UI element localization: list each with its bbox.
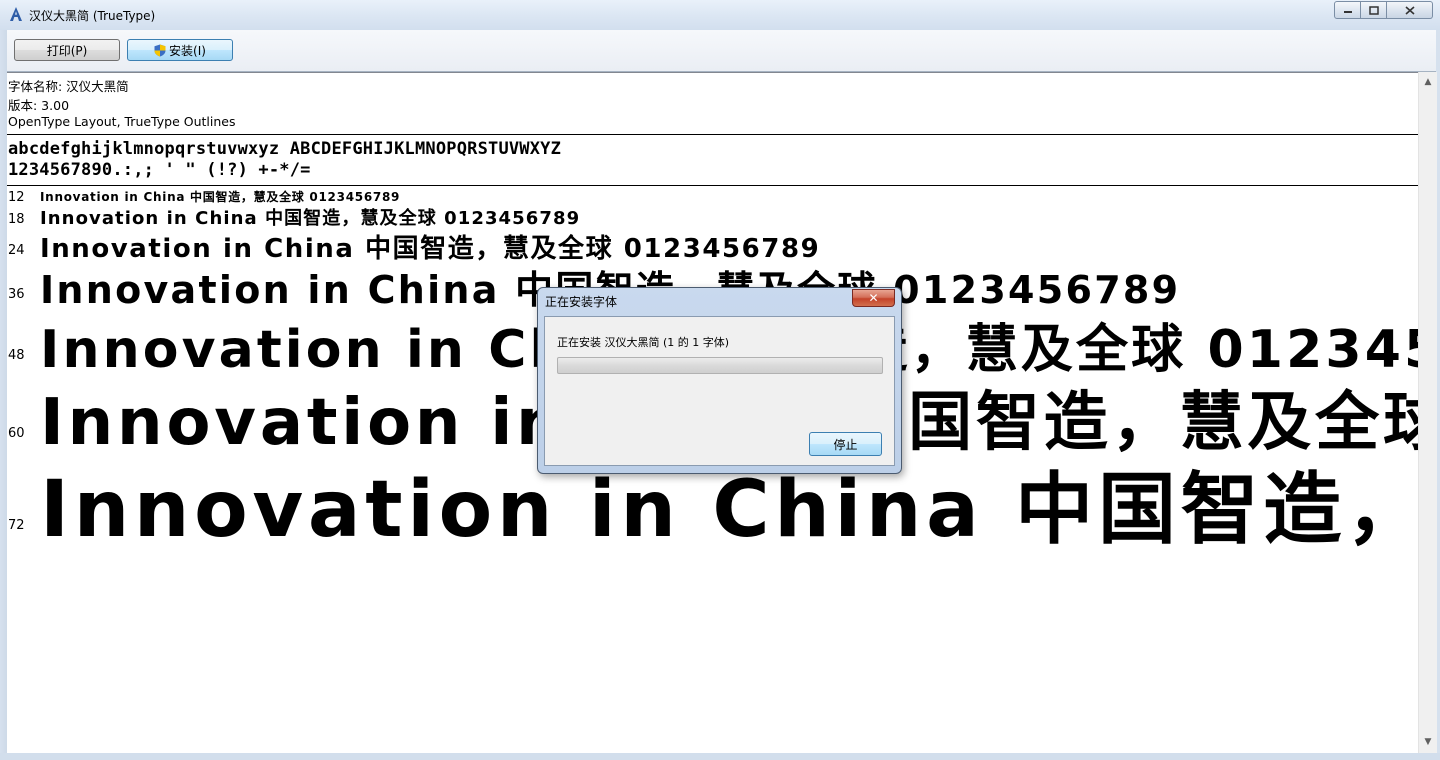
install-button[interactable]: 安装(I) xyxy=(127,39,233,61)
uac-shield-icon xyxy=(154,44,166,56)
scroll-down-arrow-icon[interactable]: ▼ xyxy=(1419,734,1437,751)
font-version-line: 版本: 3.00 xyxy=(8,98,70,113)
maximize-icon xyxy=(1368,5,1379,15)
install-button-label: 安装(I) xyxy=(169,43,206,58)
stop-button-label: 停止 xyxy=(833,437,858,452)
window-title: 汉仪大黑简 (TrueType) xyxy=(29,9,156,23)
install-progress-bar xyxy=(557,357,883,374)
charset-letters: abcdefghijklmnopqrstuvwxyz ABCDEFGHIJKLM… xyxy=(8,139,562,159)
minimize-button[interactable] xyxy=(1334,1,1361,19)
size-label: 60 xyxy=(8,426,25,441)
vertical-scrollbar[interactable]: ▲ ▼ xyxy=(1418,72,1437,753)
size-label: 12 xyxy=(8,190,25,205)
install-status-message: 正在安装 汉仪大黑简 (1 的 1 字体) xyxy=(557,336,730,349)
sample-text: Innovation in China 中国智造，慧及全球 0123456789 xyxy=(40,208,581,229)
maximize-button[interactable] xyxy=(1361,1,1387,19)
size-label: 48 xyxy=(8,348,25,363)
font-app-icon xyxy=(10,7,22,21)
window-frame-bottom xyxy=(0,753,1440,760)
scroll-up-arrow-icon[interactable]: ▲ xyxy=(1419,74,1437,91)
separator-bottom xyxy=(7,185,1418,186)
charset-digits-symbols: 1234567890.:,; ' " (!?) +-*/= xyxy=(8,160,311,180)
toolbar: 打印(P) 安装(I) xyxy=(7,30,1436,72)
font-format-line: OpenType Layout, TrueType Outlines xyxy=(8,114,236,129)
installing-font-dialog: 正在安装字体 ✕ 正在安装 汉仪大黑简 (1 的 1 字体) 停止 xyxy=(537,287,902,474)
sample-text: Innovation in China 中国智造，慧及全球 0123456789 xyxy=(40,190,401,204)
dialog-close-button[interactable]: ✕ xyxy=(852,289,895,307)
close-icon: ✕ xyxy=(868,291,879,305)
size-label: 36 xyxy=(8,287,25,302)
print-button-label: 打印(P) xyxy=(46,43,88,58)
minimize-icon xyxy=(1343,11,1352,13)
title-bar: 汉仪大黑简 (TrueType) xyxy=(0,0,1440,30)
print-button[interactable]: 打印(P) xyxy=(14,39,120,61)
dialog-body: 正在安装 汉仪大黑简 (1 的 1 字体) 停止 xyxy=(544,316,895,466)
size-label: 72 xyxy=(8,518,25,533)
size-label: 18 xyxy=(8,212,25,227)
window-frame-left xyxy=(0,30,7,760)
font-name-line: 字体名称: 汉仪大黑简 xyxy=(8,79,129,94)
dialog-title: 正在安装字体 xyxy=(545,295,618,309)
close-button[interactable] xyxy=(1387,1,1433,19)
window-controls xyxy=(1334,1,1433,19)
close-icon xyxy=(1404,5,1415,15)
size-label: 24 xyxy=(8,243,25,258)
stop-button[interactable]: 停止 xyxy=(809,432,882,456)
separator-top xyxy=(7,134,1418,135)
